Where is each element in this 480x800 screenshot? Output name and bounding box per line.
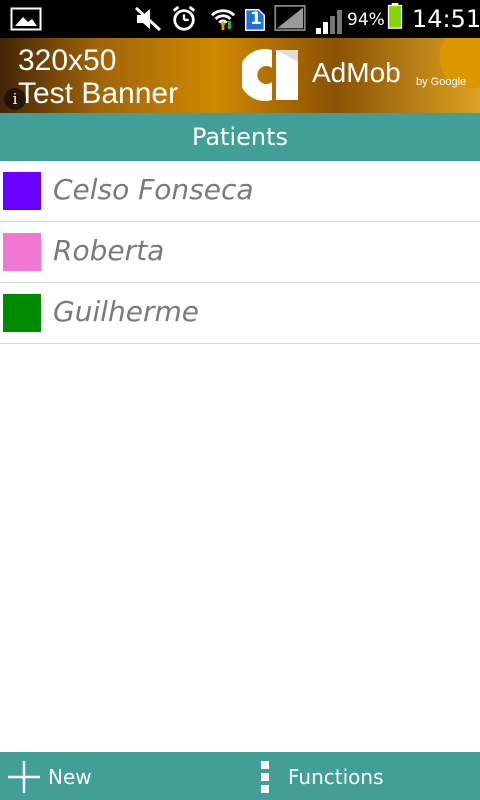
new-button-label: New xyxy=(48,765,92,789)
ad-size-label: 320x50 xyxy=(18,44,117,77)
plus-icon xyxy=(8,761,40,793)
list-item[interactable]: Guilherme xyxy=(0,283,480,344)
battery-percent: 94% xyxy=(347,10,385,30)
status-bar: 1 94% 14:51 xyxy=(0,0,480,38)
ad-test-label: Test Banner xyxy=(18,77,179,110)
overflow-menu-icon xyxy=(261,761,269,793)
admob-byline: by Google xyxy=(416,76,467,88)
battery-icon xyxy=(387,3,403,29)
functions-button-label: Functions xyxy=(288,765,384,789)
patient-name: Guilherme xyxy=(53,295,199,328)
alarm-icon xyxy=(172,6,196,31)
signal-icon xyxy=(316,10,342,34)
admob-brand: AdMob xyxy=(312,57,401,88)
gallery-icon xyxy=(10,7,42,31)
patient-color-swatch xyxy=(3,294,41,332)
ad-info-icon[interactable]: i xyxy=(4,88,26,110)
patient-list: Celso Fonseca Roberta Guilherme xyxy=(0,161,480,344)
list-item[interactable]: Celso Fonseca xyxy=(0,161,480,222)
patient-name: Celso Fonseca xyxy=(53,173,254,206)
wifi-icon xyxy=(210,9,236,31)
page-title: Patients xyxy=(191,123,289,151)
no-signal-icon xyxy=(274,5,306,31)
sim-badge-number: 1 xyxy=(250,9,262,29)
patient-color-swatch xyxy=(3,233,41,271)
admob-logo-icon xyxy=(242,49,298,101)
new-button[interactable]: New xyxy=(0,752,240,800)
patient-color-swatch xyxy=(3,172,41,210)
clock: 14:51 xyxy=(412,5,480,33)
list-item[interactable]: Roberta xyxy=(0,222,480,283)
title-bar: Patients xyxy=(0,113,480,161)
bottom-action-bar: New Functions xyxy=(0,752,480,800)
functions-button[interactable]: Functions xyxy=(240,752,480,800)
patient-name: Roberta xyxy=(53,234,165,267)
ad-banner[interactable]: 320x50 Test Banner i AdMob by Google xyxy=(0,38,480,113)
mute-icon xyxy=(134,6,162,32)
